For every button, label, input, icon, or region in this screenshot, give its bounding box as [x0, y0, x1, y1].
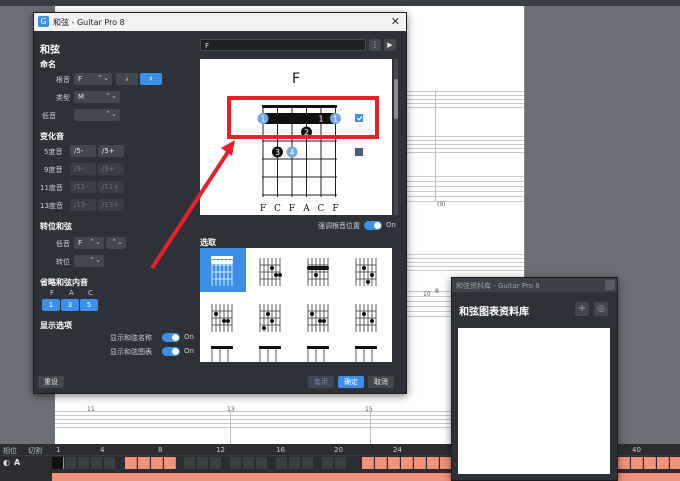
- library-window-title: 和弦资料库 - Guitar Pro 8: [456, 282, 540, 290]
- library-header: 和弦图表资料库: [459, 307, 529, 318]
- library-list[interactable]: [458, 328, 610, 474]
- chord-library-dialog: 和弦资料库 - Guitar Pro 8 和弦图表资料库 + ◎: [451, 277, 618, 481]
- settings-icon[interactable]: ◎: [594, 302, 608, 316]
- close-icon[interactable]: [605, 280, 615, 290]
- add-icon[interactable]: +: [575, 302, 589, 316]
- library-titlebar[interactable]: 和弦资料库 - Guitar Pro 8: [452, 278, 617, 292]
